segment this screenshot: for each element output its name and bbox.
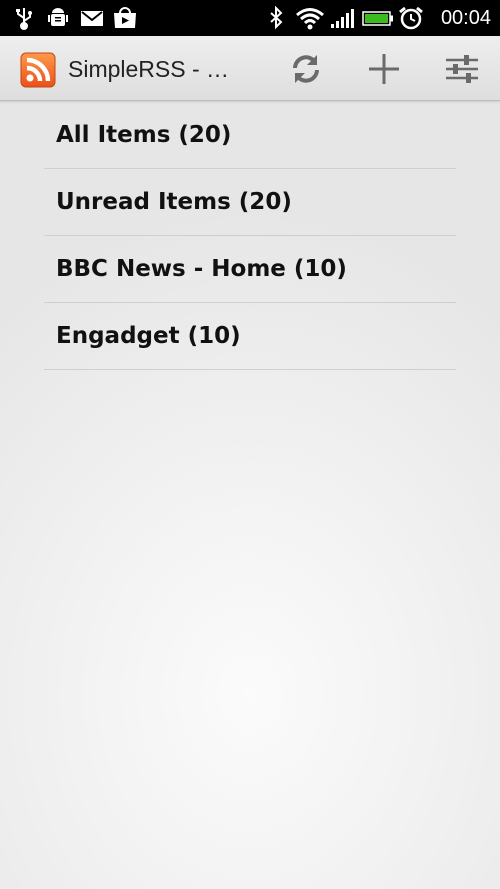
feed-item-label: BBC News - Home (10) (56, 256, 347, 282)
play-store-icon (114, 7, 136, 28)
settings-sliders-icon (446, 55, 478, 83)
bluetooth-icon (270, 6, 283, 30)
alarm-icon (399, 6, 423, 30)
feed-item-bbc-news[interactable]: BBC News - Home (10) (44, 236, 456, 303)
usb-icon (16, 8, 32, 30)
settings-button[interactable] (442, 50, 482, 88)
feed-item-unread-items[interactable]: Unread Items (20) (44, 169, 456, 236)
android-debug-icon (48, 8, 68, 26)
battery-icon (362, 11, 393, 26)
wifi-icon (296, 8, 324, 30)
app-title: SimpleRSS - … (68, 56, 230, 82)
feed-item-label: Unread Items (20) (56, 189, 292, 215)
action-bar: SimpleRSS - … (0, 36, 500, 101)
feed-item-engadget[interactable]: Engadget (10) (44, 303, 456, 370)
feed-item-label: All Items (20) (56, 122, 232, 148)
add-icon (369, 54, 399, 84)
signal-icon (331, 9, 354, 28)
refresh-button[interactable] (286, 50, 326, 88)
feed-item-all-items[interactable]: All Items (20) (44, 102, 456, 169)
refresh-icon (293, 55, 319, 83)
add-feed-button[interactable] (364, 50, 404, 88)
status-bar: 00:04 (0, 0, 500, 36)
clock: 00:04 (440, 7, 491, 29)
feed-item-label: Engadget (10) (56, 323, 241, 349)
gmail-icon (81, 11, 103, 26)
rss-icon[interactable] (20, 52, 56, 88)
feed-list: All Items (20) Unread Items (20) BBC New… (44, 102, 456, 370)
